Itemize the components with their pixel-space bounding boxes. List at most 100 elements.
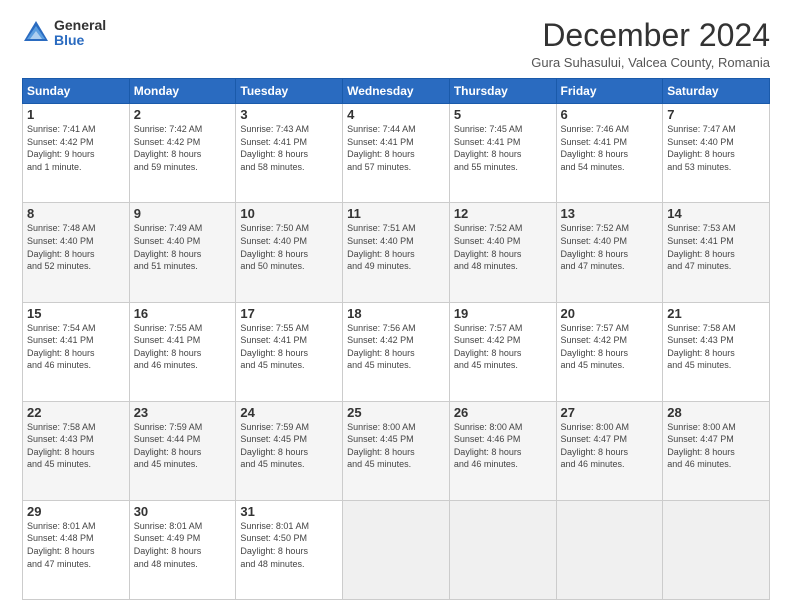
table-row: 23Sunrise: 7:59 AM Sunset: 4:44 PM Dayli…	[129, 401, 236, 500]
day-number: 26	[454, 405, 552, 420]
day-number: 21	[667, 306, 765, 321]
col-wednesday: Wednesday	[343, 79, 450, 104]
table-row: 22Sunrise: 7:58 AM Sunset: 4:43 PM Dayli…	[23, 401, 130, 500]
logo-text: General Blue	[54, 18, 106, 49]
day-number: 13	[561, 206, 659, 221]
logo-blue-text: Blue	[54, 33, 106, 48]
day-number: 22	[27, 405, 125, 420]
table-row: 30Sunrise: 8:01 AM Sunset: 4:49 PM Dayli…	[129, 500, 236, 599]
table-row: 7Sunrise: 7:47 AM Sunset: 4:40 PM Daylig…	[663, 104, 770, 203]
day-number: 28	[667, 405, 765, 420]
table-row: 31Sunrise: 8:01 AM Sunset: 4:50 PM Dayli…	[236, 500, 343, 599]
logo-general-text: General	[54, 18, 106, 33]
day-info: Sunrise: 7:59 AM Sunset: 4:45 PM Dayligh…	[240, 421, 338, 471]
table-row: 6Sunrise: 7:46 AM Sunset: 4:41 PM Daylig…	[556, 104, 663, 203]
day-number: 11	[347, 206, 445, 221]
day-number: 30	[134, 504, 232, 519]
calendar: Sunday Monday Tuesday Wednesday Thursday…	[22, 78, 770, 600]
table-row: 9Sunrise: 7:49 AM Sunset: 4:40 PM Daylig…	[129, 203, 236, 302]
day-info: Sunrise: 7:50 AM Sunset: 4:40 PM Dayligh…	[240, 222, 338, 272]
table-row: 16Sunrise: 7:55 AM Sunset: 4:41 PM Dayli…	[129, 302, 236, 401]
day-number: 1	[27, 107, 125, 122]
day-number: 5	[454, 107, 552, 122]
day-info: Sunrise: 7:52 AM Sunset: 4:40 PM Dayligh…	[561, 222, 659, 272]
table-row: 13Sunrise: 7:52 AM Sunset: 4:40 PM Dayli…	[556, 203, 663, 302]
table-row: 5Sunrise: 7:45 AM Sunset: 4:41 PM Daylig…	[449, 104, 556, 203]
table-row: 4Sunrise: 7:44 AM Sunset: 4:41 PM Daylig…	[343, 104, 450, 203]
day-info: Sunrise: 7:41 AM Sunset: 4:42 PM Dayligh…	[27, 123, 125, 173]
table-row: 3Sunrise: 7:43 AM Sunset: 4:41 PM Daylig…	[236, 104, 343, 203]
table-row: 29Sunrise: 8:01 AM Sunset: 4:48 PM Dayli…	[23, 500, 130, 599]
calendar-body: 1Sunrise: 7:41 AM Sunset: 4:42 PM Daylig…	[23, 104, 770, 600]
table-row: 20Sunrise: 7:57 AM Sunset: 4:42 PM Dayli…	[556, 302, 663, 401]
day-number: 25	[347, 405, 445, 420]
day-number: 12	[454, 206, 552, 221]
day-info: Sunrise: 7:49 AM Sunset: 4:40 PM Dayligh…	[134, 222, 232, 272]
col-sunday: Sunday	[23, 79, 130, 104]
day-number: 27	[561, 405, 659, 420]
table-row: 25Sunrise: 8:00 AM Sunset: 4:45 PM Dayli…	[343, 401, 450, 500]
col-monday: Monday	[129, 79, 236, 104]
day-info: Sunrise: 7:43 AM Sunset: 4:41 PM Dayligh…	[240, 123, 338, 173]
table-row: 28Sunrise: 8:00 AM Sunset: 4:47 PM Dayli…	[663, 401, 770, 500]
day-number: 23	[134, 405, 232, 420]
day-info: Sunrise: 7:57 AM Sunset: 4:42 PM Dayligh…	[454, 322, 552, 372]
table-row: 1Sunrise: 7:41 AM Sunset: 4:42 PM Daylig…	[23, 104, 130, 203]
table-row: 10Sunrise: 7:50 AM Sunset: 4:40 PM Dayli…	[236, 203, 343, 302]
table-row: 12Sunrise: 7:52 AM Sunset: 4:40 PM Dayli…	[449, 203, 556, 302]
day-info: Sunrise: 7:52 AM Sunset: 4:40 PM Dayligh…	[454, 222, 552, 272]
header-row: Sunday Monday Tuesday Wednesday Thursday…	[23, 79, 770, 104]
table-row: 24Sunrise: 7:59 AM Sunset: 4:45 PM Dayli…	[236, 401, 343, 500]
day-info: Sunrise: 7:47 AM Sunset: 4:40 PM Dayligh…	[667, 123, 765, 173]
header: General Blue December 2024 Gura Suhasulu…	[22, 18, 770, 70]
day-number: 18	[347, 306, 445, 321]
day-number: 4	[347, 107, 445, 122]
page: General Blue December 2024 Gura Suhasulu…	[0, 0, 792, 612]
day-number: 16	[134, 306, 232, 321]
day-info: Sunrise: 7:53 AM Sunset: 4:41 PM Dayligh…	[667, 222, 765, 272]
day-number: 7	[667, 107, 765, 122]
main-title: December 2024	[531, 18, 770, 53]
day-info: Sunrise: 7:55 AM Sunset: 4:41 PM Dayligh…	[240, 322, 338, 372]
table-row: 18Sunrise: 7:56 AM Sunset: 4:42 PM Dayli…	[343, 302, 450, 401]
day-number: 6	[561, 107, 659, 122]
table-row	[343, 500, 450, 599]
calendar-header: Sunday Monday Tuesday Wednesday Thursday…	[23, 79, 770, 104]
col-friday: Friday	[556, 79, 663, 104]
day-info: Sunrise: 8:01 AM Sunset: 4:50 PM Dayligh…	[240, 520, 338, 570]
table-row	[556, 500, 663, 599]
day-info: Sunrise: 7:48 AM Sunset: 4:40 PM Dayligh…	[27, 222, 125, 272]
day-number: 2	[134, 107, 232, 122]
logo-icon	[22, 19, 50, 47]
day-info: Sunrise: 7:58 AM Sunset: 4:43 PM Dayligh…	[667, 322, 765, 372]
day-info: Sunrise: 8:00 AM Sunset: 4:45 PM Dayligh…	[347, 421, 445, 471]
table-row: 21Sunrise: 7:58 AM Sunset: 4:43 PM Dayli…	[663, 302, 770, 401]
day-number: 9	[134, 206, 232, 221]
table-row: 2Sunrise: 7:42 AM Sunset: 4:42 PM Daylig…	[129, 104, 236, 203]
day-info: Sunrise: 8:00 AM Sunset: 4:47 PM Dayligh…	[667, 421, 765, 471]
day-info: Sunrise: 7:56 AM Sunset: 4:42 PM Dayligh…	[347, 322, 445, 372]
day-info: Sunrise: 7:54 AM Sunset: 4:41 PM Dayligh…	[27, 322, 125, 372]
day-number: 31	[240, 504, 338, 519]
table-row: 15Sunrise: 7:54 AM Sunset: 4:41 PM Dayli…	[23, 302, 130, 401]
day-number: 15	[27, 306, 125, 321]
table-row: 8Sunrise: 7:48 AM Sunset: 4:40 PM Daylig…	[23, 203, 130, 302]
day-info: Sunrise: 7:46 AM Sunset: 4:41 PM Dayligh…	[561, 123, 659, 173]
day-info: Sunrise: 7:44 AM Sunset: 4:41 PM Dayligh…	[347, 123, 445, 173]
day-info: Sunrise: 7:58 AM Sunset: 4:43 PM Dayligh…	[27, 421, 125, 471]
day-info: Sunrise: 8:01 AM Sunset: 4:48 PM Dayligh…	[27, 520, 125, 570]
day-number: 10	[240, 206, 338, 221]
day-info: Sunrise: 7:55 AM Sunset: 4:41 PM Dayligh…	[134, 322, 232, 372]
table-row: 26Sunrise: 8:00 AM Sunset: 4:46 PM Dayli…	[449, 401, 556, 500]
table-row: 17Sunrise: 7:55 AM Sunset: 4:41 PM Dayli…	[236, 302, 343, 401]
table-row: 27Sunrise: 8:00 AM Sunset: 4:47 PM Dayli…	[556, 401, 663, 500]
day-number: 29	[27, 504, 125, 519]
day-info: Sunrise: 7:51 AM Sunset: 4:40 PM Dayligh…	[347, 222, 445, 272]
col-saturday: Saturday	[663, 79, 770, 104]
day-number: 19	[454, 306, 552, 321]
table-row	[449, 500, 556, 599]
day-info: Sunrise: 7:45 AM Sunset: 4:41 PM Dayligh…	[454, 123, 552, 173]
day-number: 8	[27, 206, 125, 221]
table-row: 11Sunrise: 7:51 AM Sunset: 4:40 PM Dayli…	[343, 203, 450, 302]
day-number: 3	[240, 107, 338, 122]
